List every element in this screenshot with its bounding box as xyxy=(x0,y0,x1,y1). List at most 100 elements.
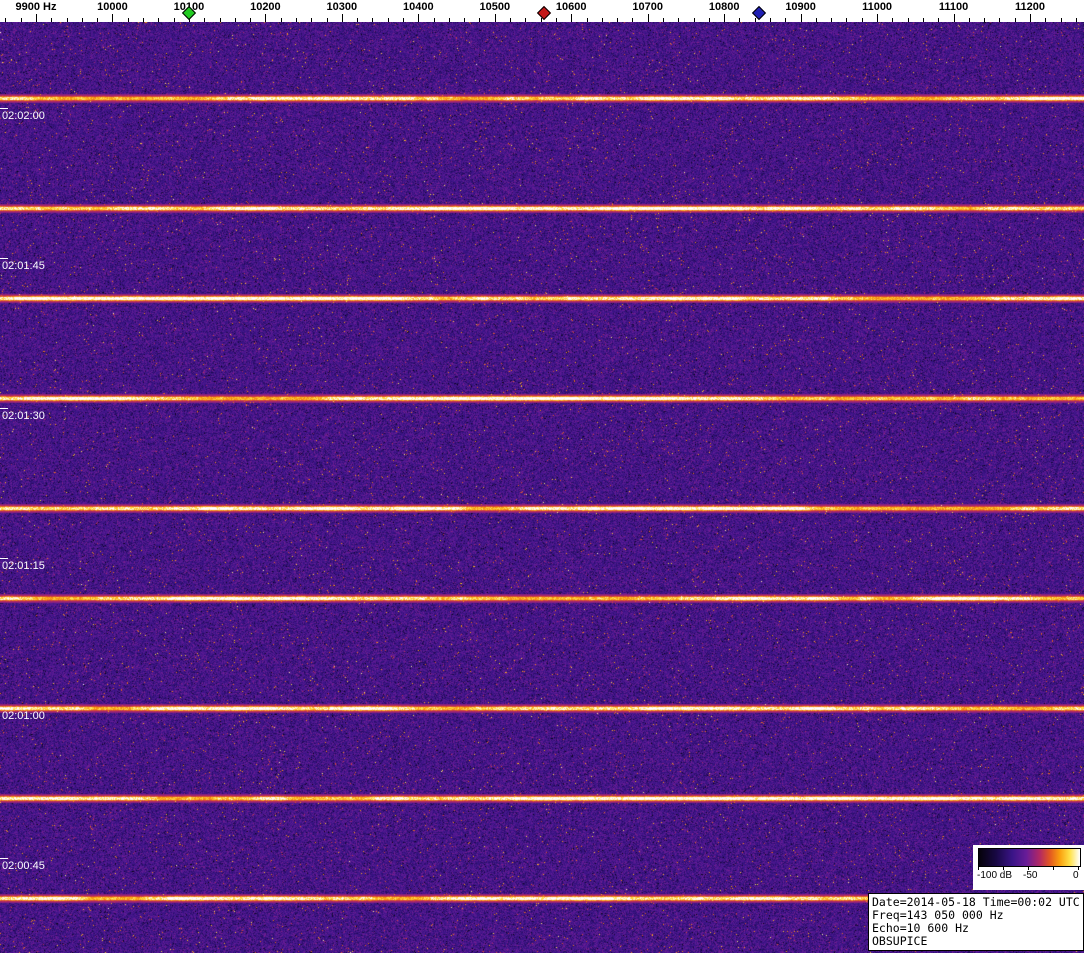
freq-minor-tick xyxy=(602,18,603,22)
freq-minor-tick xyxy=(403,18,404,22)
legend-min-label: -100 dB xyxy=(977,870,1013,881)
time-tick xyxy=(0,558,8,559)
freq-major-tick xyxy=(801,14,802,22)
freq-minor-tick xyxy=(999,18,1000,22)
time-label: 02:02:00 xyxy=(2,110,45,122)
freq-major-tick xyxy=(1030,14,1031,22)
freq-minor-tick xyxy=(97,18,98,22)
freq-major-tick xyxy=(342,14,343,22)
freq-minor-tick xyxy=(892,18,893,22)
freq-minor-tick xyxy=(250,18,251,22)
freq-tick-label: 10500 xyxy=(479,1,511,13)
freq-minor-tick xyxy=(174,18,175,22)
freq-minor-tick xyxy=(296,18,297,22)
freq-minor-tick xyxy=(632,18,633,22)
freq-minor-tick xyxy=(204,18,205,22)
freq-minor-tick xyxy=(969,18,970,22)
legend-tick xyxy=(1028,867,1029,870)
freq-major-tick xyxy=(648,14,649,22)
frequency-ruler[interactable]: 9900 Hz100001010010200103001040010500106… xyxy=(0,0,1084,22)
freq-minor-tick xyxy=(1061,18,1062,22)
freq-minor-tick xyxy=(678,18,679,22)
time-label: 02:01:15 xyxy=(2,560,45,572)
freq-minor-tick xyxy=(434,18,435,22)
freq-major-tick xyxy=(265,14,266,22)
red-diamond-marker[interactable] xyxy=(537,5,552,21)
freq-minor-tick xyxy=(816,18,817,22)
time-tick xyxy=(0,708,8,709)
freq-major-tick xyxy=(495,14,496,22)
freq-minor-tick xyxy=(51,18,52,22)
freq-tick-label: 9900 Hz xyxy=(15,1,57,13)
freq-minor-tick xyxy=(923,18,924,22)
legend-tick xyxy=(1053,867,1054,870)
freq-minor-tick xyxy=(388,18,389,22)
freq-tick-label: 10300 xyxy=(326,1,358,13)
freq-minor-tick xyxy=(755,18,756,22)
freq-major-tick xyxy=(877,14,878,22)
freq-minor-tick xyxy=(158,18,159,22)
freq-minor-tick xyxy=(128,18,129,22)
freq-minor-tick xyxy=(281,18,282,22)
freq-minor-tick xyxy=(831,18,832,22)
freq-minor-tick xyxy=(357,18,358,22)
freq-tick-label: 10600 xyxy=(555,1,587,13)
freq-minor-tick xyxy=(449,18,450,22)
freq-minor-tick xyxy=(143,18,144,22)
freq-minor-tick xyxy=(1076,18,1077,22)
time-tick xyxy=(0,258,8,259)
freq-minor-tick xyxy=(21,18,22,22)
freq-minor-tick xyxy=(938,18,939,22)
freq-minor-tick xyxy=(587,18,588,22)
freq-minor-tick xyxy=(510,18,511,22)
freq-tick-label: 11200 xyxy=(1015,1,1045,13)
freq-minor-tick xyxy=(785,18,786,22)
freq-tick-label: 11100 xyxy=(938,1,969,13)
legend-tick xyxy=(978,867,979,870)
freq-major-tick xyxy=(112,14,113,22)
freq-tick-label: 10400 xyxy=(403,1,434,13)
freq-major-tick xyxy=(418,14,419,22)
time-tick xyxy=(0,108,8,109)
observation-info-box: Date=2014-05-18 Time=00:02 UTC Freq=143 … xyxy=(868,893,1084,951)
freq-minor-tick xyxy=(372,18,373,22)
legend-max-label: 0 xyxy=(1073,870,1079,881)
freq-minor-tick xyxy=(694,18,695,22)
blue-diamond-marker[interactable] xyxy=(751,5,766,21)
freq-minor-tick xyxy=(908,18,909,22)
time-tick xyxy=(0,858,8,859)
freq-major-tick xyxy=(724,14,725,22)
freq-minor-tick xyxy=(220,18,221,22)
freq-minor-tick xyxy=(663,18,664,22)
freq-tick-label: 10900 xyxy=(785,1,816,13)
freq-minor-tick xyxy=(739,18,740,22)
freq-minor-tick xyxy=(617,18,618,22)
legend-tick xyxy=(1078,867,1079,870)
freq-minor-tick xyxy=(709,18,710,22)
spectrogram-canvas[interactable] xyxy=(0,22,1084,953)
freq-minor-tick xyxy=(862,18,863,22)
freq-minor-tick xyxy=(846,18,847,22)
legend-mid-label: -50 xyxy=(1023,870,1038,881)
color-scale-legend: -100 dB -50 0 xyxy=(973,845,1084,890)
freq-tick-label: 10200 xyxy=(250,1,281,13)
freq-tick-label: 11000 xyxy=(862,1,893,13)
waterfall-screen: 9900 Hz100001010010200103001040010500106… xyxy=(0,0,1084,953)
freq-minor-tick xyxy=(770,18,771,22)
freq-minor-tick xyxy=(5,18,6,22)
freq-major-tick xyxy=(571,14,572,22)
freq-minor-tick xyxy=(479,18,480,22)
freq-tick-label: 10700 xyxy=(632,1,663,13)
freq-minor-tick xyxy=(311,18,312,22)
time-label: 02:00:45 xyxy=(2,860,45,872)
freq-minor-tick xyxy=(67,18,68,22)
freq-minor-tick xyxy=(556,18,557,22)
freq-tick-label: 10000 xyxy=(97,1,128,13)
freq-minor-tick xyxy=(525,18,526,22)
time-label: 02:01:30 xyxy=(2,410,45,422)
freq-minor-tick xyxy=(82,18,83,22)
info-station: OBSUPICE xyxy=(872,934,928,948)
freq-major-tick xyxy=(36,14,37,22)
time-tick xyxy=(0,408,8,409)
freq-minor-tick xyxy=(235,18,236,22)
